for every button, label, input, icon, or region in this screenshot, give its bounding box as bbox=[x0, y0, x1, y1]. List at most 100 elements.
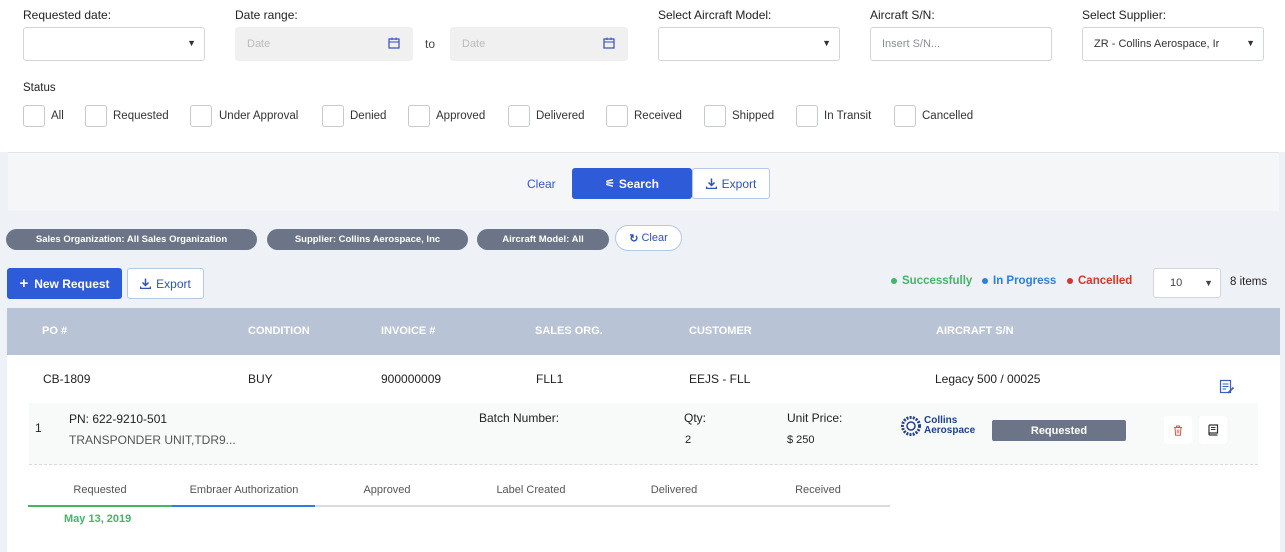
download-icon bbox=[705, 178, 717, 189]
status-label-shipped: Shipped bbox=[732, 110, 775, 122]
table-row[interactable]: CB-1809 BUY 900000009 FLL1 EEJS - FLL Le… bbox=[7, 355, 1280, 552]
status-label-in-transit: In Transit bbox=[824, 110, 872, 122]
export-button-label: Export bbox=[721, 176, 757, 191]
aircraft-sn-label: Aircraft S/N: bbox=[870, 8, 935, 22]
qty-label: Qty: bbox=[684, 411, 707, 425]
page-size-select[interactable]: 10 ▼ bbox=[1153, 268, 1221, 298]
column-po: PO # bbox=[42, 325, 68, 337]
aircraft-sn: Legacy 500 / 00025 bbox=[935, 372, 1041, 386]
filter-actions: Clear ⚟ Search Export bbox=[8, 152, 1279, 211]
status-checkbox-requested[interactable] bbox=[85, 105, 107, 127]
status-badge: Requested bbox=[992, 420, 1126, 441]
status-checkbox-approved[interactable] bbox=[408, 105, 430, 127]
search-button-label: Search bbox=[618, 176, 659, 191]
status-checkbox-all[interactable] bbox=[23, 105, 45, 127]
collins-logo-text: Collins Aerospace bbox=[924, 416, 975, 436]
condition: BUY bbox=[248, 372, 273, 386]
chevron-down-icon: ▼ bbox=[1246, 38, 1255, 48]
column-aircraft-sn: AIRCRAFT S/N bbox=[936, 325, 1014, 337]
column-sales-org: SALES ORG. bbox=[535, 325, 603, 337]
unit-price-label: Unit Price: bbox=[787, 411, 843, 425]
chip-aircraft-model: Aircraft Model: All bbox=[477, 229, 609, 250]
legend-label: Cancelled bbox=[1078, 275, 1133, 287]
chevron-down-icon: ▼ bbox=[1204, 278, 1213, 288]
calendar-icon bbox=[388, 37, 400, 49]
step-approved: Approved bbox=[363, 484, 411, 496]
clear-button[interactable]: Clear bbox=[527, 177, 556, 191]
status-checkbox-under-approval[interactable] bbox=[190, 105, 212, 127]
status-dot bbox=[1067, 278, 1073, 284]
item-index: 1 bbox=[35, 421, 42, 435]
collins-aerospace-logo: Collins Aerospace bbox=[901, 416, 975, 436]
sales-org: FLL1 bbox=[536, 372, 564, 386]
date-from-input[interactable]: Date bbox=[235, 27, 413, 61]
legend-cancelled: Cancelled bbox=[1067, 275, 1132, 287]
status-label-requested: Requested bbox=[113, 110, 169, 122]
supplier-select[interactable]: ZR - Collins Aerospace, Ir ▼ bbox=[1082, 27, 1264, 61]
aircraft-model-label: Select Aircraft Model: bbox=[658, 8, 772, 22]
filter-panel: Requested date: ▼ Date range: Date to Da… bbox=[0, 0, 1285, 152]
step-received: Received bbox=[795, 484, 841, 496]
refresh-icon: ↻ bbox=[629, 232, 639, 245]
status-label: Status bbox=[23, 82, 56, 94]
progress-steps: Requested Embraer Authorization Approved… bbox=[28, 477, 890, 507]
qty-value: 2 bbox=[685, 434, 692, 446]
aircraft-sn-placeholder: Insert S/N... bbox=[882, 38, 941, 50]
new-request-label: New Request bbox=[34, 276, 110, 291]
export-list-button[interactable]: Export bbox=[127, 268, 204, 299]
clear-filters-label: Clear bbox=[641, 232, 668, 244]
customer: EEJS - FLL bbox=[689, 372, 751, 386]
aircraft-sn-input[interactable]: Insert S/N... bbox=[870, 27, 1052, 61]
status-label-cancelled: Cancelled bbox=[922, 110, 974, 122]
aircraft-model-select[interactable]: ▼ bbox=[658, 27, 840, 61]
status-checkbox-in-transit[interactable] bbox=[796, 105, 818, 127]
po-number: CB-1809 bbox=[43, 372, 91, 386]
details-button[interactable] bbox=[1199, 416, 1227, 444]
status-label-delivered: Delivered bbox=[536, 110, 585, 122]
plus-icon: + bbox=[19, 275, 29, 292]
page-size-value: 10 bbox=[1170, 277, 1183, 289]
date-to-placeholder: Date bbox=[462, 38, 486, 50]
item-description: TRANSPONDER UNIT,TDR9... bbox=[69, 433, 236, 447]
search-button[interactable]: ⚟ Search bbox=[572, 168, 692, 199]
date-from-placeholder: Date bbox=[247, 38, 271, 50]
supplier-value: ZR - Collins Aerospace, Ir bbox=[1094, 38, 1220, 50]
date-range-to: to bbox=[425, 37, 436, 51]
batch-number-label: Batch Number: bbox=[479, 411, 560, 425]
status-checkbox-received[interactable] bbox=[606, 105, 628, 127]
chip-sales-organization: Sales Organization: All Sales Organizati… bbox=[6, 229, 257, 250]
supplier-label: Select Supplier: bbox=[1082, 8, 1167, 22]
new-request-button[interactable]: + New Request bbox=[7, 268, 122, 299]
sliders-icon: ⚟ bbox=[605, 178, 615, 190]
status-dot bbox=[982, 278, 988, 284]
status-checkbox-delivered[interactable] bbox=[508, 105, 530, 127]
requested-date-select[interactable]: ▼ bbox=[23, 27, 205, 61]
column-customer: CUSTOMER bbox=[689, 325, 752, 337]
line-item: 1 PN: 622-9210-501 TRANSPONDER UNIT,TDR9… bbox=[29, 403, 1258, 465]
status-label-all: All bbox=[51, 110, 64, 122]
status-dot bbox=[891, 278, 897, 284]
book-icon bbox=[1208, 424, 1219, 436]
status-checkbox-shipped[interactable] bbox=[704, 105, 726, 127]
unit-price-value: $ 250 bbox=[787, 434, 815, 446]
edit-list-icon[interactable] bbox=[1219, 379, 1235, 395]
chevron-down-icon: ▼ bbox=[187, 38, 196, 48]
column-invoice: INVOICE # bbox=[381, 325, 436, 337]
status-checkbox-cancelled[interactable] bbox=[894, 105, 916, 127]
delete-button[interactable] bbox=[1164, 416, 1192, 444]
export-button[interactable]: Export bbox=[692, 168, 770, 199]
trash-icon bbox=[1174, 425, 1182, 436]
step-progress-current bbox=[172, 505, 315, 507]
status-label-received: Received bbox=[634, 110, 682, 122]
status-checkbox-denied[interactable] bbox=[322, 105, 344, 127]
date-to-input[interactable]: Date bbox=[450, 27, 628, 61]
clear-filters-button[interactable]: ↻ Clear bbox=[615, 225, 682, 251]
chevron-down-icon: ▼ bbox=[822, 38, 831, 48]
step-progress-complete bbox=[28, 505, 172, 507]
step-date: May 13, 2019 bbox=[64, 513, 132, 525]
logo-line-2: Aerospace bbox=[924, 425, 976, 436]
step-delivered: Delivered bbox=[650, 484, 698, 496]
column-condition: CONDITION bbox=[248, 325, 310, 337]
step-label-created: Label Created bbox=[496, 484, 566, 496]
download-icon bbox=[140, 278, 152, 289]
